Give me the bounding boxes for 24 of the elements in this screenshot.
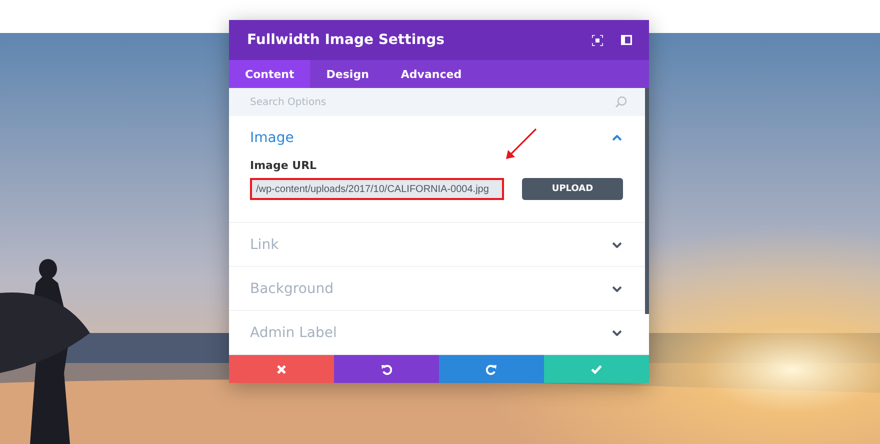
arrow <box>504 127 538 161</box>
undo-button[interactable] <box>334 355 439 383</box>
modal-title: Fullwidth Image Settings <box>247 32 444 48</box>
upload-button[interactable]: UPLOAD <box>522 178 623 200</box>
tab[interactable]: Design <box>310 60 385 88</box>
discard-button[interactable] <box>229 355 334 383</box>
tab[interactable]: Advanced <box>384 60 478 88</box>
tab[interactable]: Content <box>229 60 310 88</box>
expand-icon[interactable] <box>592 34 603 46</box>
redo-icon <box>486 364 497 374</box>
save-button[interactable] <box>544 355 649 383</box>
field-label: Image URL <box>250 159 318 172</box>
close-icon <box>277 364 286 374</box>
url-field[interactable]: /wp-content/uploads/2017/10/CALIFORNIA-0004.jpg <box>250 178 504 200</box>
sidebar-icon[interactable] <box>621 35 632 45</box>
chevron-down-icon <box>612 242 622 248</box>
search-icon <box>615 96 627 108</box>
chevron-down-icon <box>612 286 622 292</box>
redo-button[interactable] <box>439 355 544 383</box>
section-header[interactable]: Image <box>229 116 649 159</box>
chevron-down-icon <box>612 330 622 336</box>
undo-icon <box>381 364 392 374</box>
check-icon <box>591 364 602 374</box>
chevron-up-icon <box>612 134 622 140</box>
